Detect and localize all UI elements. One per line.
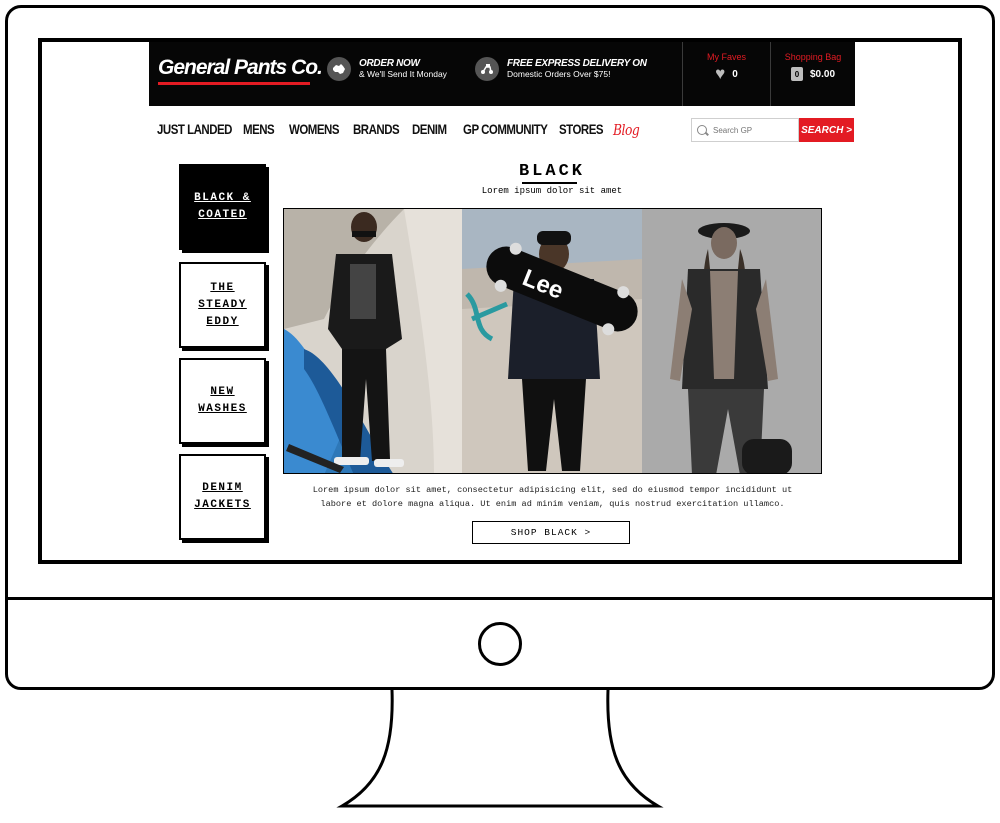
page-title: BLACK — [518, 162, 585, 181]
nav-just-landed[interactable]: JUST LANDED — [157, 121, 232, 139]
sidebar-tile-new-washes[interactable]: NEW WASHES — [179, 358, 266, 444]
monitor-chin-divider — [5, 597, 995, 600]
nav-womens[interactable]: WOMENS — [289, 121, 341, 139]
power-button-icon — [478, 622, 522, 666]
search-field[interactable] — [691, 118, 799, 142]
shopping-bag-icon: 0 — [790, 67, 803, 81]
site-logo[interactable]: General Pants Co. — [158, 56, 323, 80]
body-copy-line: labore et dolore magna aliqua. Ut enim a… — [320, 499, 785, 509]
sidebar-tile-black-coated[interactable]: BLACK & COATED — [179, 164, 266, 250]
promo-order-subtitle: & We'll Send It Monday — [359, 69, 447, 79]
australia-map-icon — [327, 57, 351, 81]
search-icon — [697, 125, 707, 135]
hero-photo-skateboard: Lee — [462, 209, 642, 473]
body-copy-line: Lorem ipsum dolor sit amet, consectetur … — [312, 485, 793, 495]
main-nav: JUST LANDED MENS WOMENS BRANDS DENIM GP … — [157, 121, 645, 139]
page-subtitle: Lorem ipsum dolor sit amet — [481, 186, 623, 196]
nav-blog[interactable]: Blog — [613, 121, 640, 139]
sidebar-tile-label: BLACK & COATED — [194, 192, 251, 221]
monitor-stand — [336, 689, 664, 808]
nav-stores[interactable]: STORES — [559, 121, 604, 139]
sidebar-tile-label: NEW WASHES — [198, 386, 247, 415]
sidebar-tile-denim-jackets[interactable]: DENIM JACKETS — [179, 454, 266, 540]
hero-photo-denim-vest — [642, 209, 821, 473]
promo-delivery[interactable]: FREE EXPRESS DELIVERY ON Domestic Orders… — [475, 57, 647, 81]
title-underline — [522, 182, 577, 184]
nav-gp-community[interactable]: GP COMMUNITY — [463, 121, 548, 139]
sidebar-tile-label: THE STEADY EDDY — [198, 281, 247, 328]
promo-order-title: ORDER NOW — [359, 58, 420, 69]
promo-delivery-subtitle: Domestic Orders Over $75! — [507, 69, 611, 79]
sidebar-tile-steady-eddy[interactable]: THE STEADY EDDY — [179, 262, 266, 348]
website: General Pants Co. ORDER NOW & We'll Send… — [149, 42, 855, 560]
sidebar-tile-label: DENIM JACKETS — [194, 482, 251, 511]
site-header: General Pants Co. ORDER NOW & We'll Send… — [149, 42, 855, 106]
search-button[interactable]: SEARCH > — [799, 118, 854, 142]
search-input[interactable] — [713, 125, 793, 135]
shopping-bag[interactable]: Shopping Bag 0 $0.00 — [771, 42, 855, 106]
my-faves-label: My Faves — [706, 52, 746, 62]
nav-denim[interactable]: DENIM — [412, 121, 454, 139]
monitor-screen: General Pants Co. ORDER NOW & We'll Send… — [38, 38, 962, 564]
heart-icon: ♥ — [715, 64, 726, 83]
delivery-scooter-icon — [475, 57, 499, 81]
nav-brands[interactable]: BRANDS — [353, 121, 401, 139]
promo-delivery-title: FREE EXPRESS DELIVERY ON — [507, 58, 647, 69]
hero-image: Lee — [283, 208, 822, 474]
shopping-bag-total: $0.00 — [809, 68, 836, 80]
logo-underline — [158, 82, 310, 85]
my-faves-count: 0 — [732, 68, 738, 80]
shopping-bag-label: Shopping Bag — [784, 52, 842, 62]
promo-order-now[interactable]: ORDER NOW & We'll Send It Monday — [327, 57, 447, 81]
hero-photo-skatepark — [284, 209, 462, 473]
nav-mens[interactable]: MENS — [243, 121, 281, 139]
body-copy: Lorem ipsum dolor sit amet, consectetur … — [283, 483, 822, 511]
shop-black-button[interactable]: SHOP BLACK > — [472, 521, 630, 544]
my-faves[interactable]: My Faves ♥ 0 — [683, 42, 770, 106]
